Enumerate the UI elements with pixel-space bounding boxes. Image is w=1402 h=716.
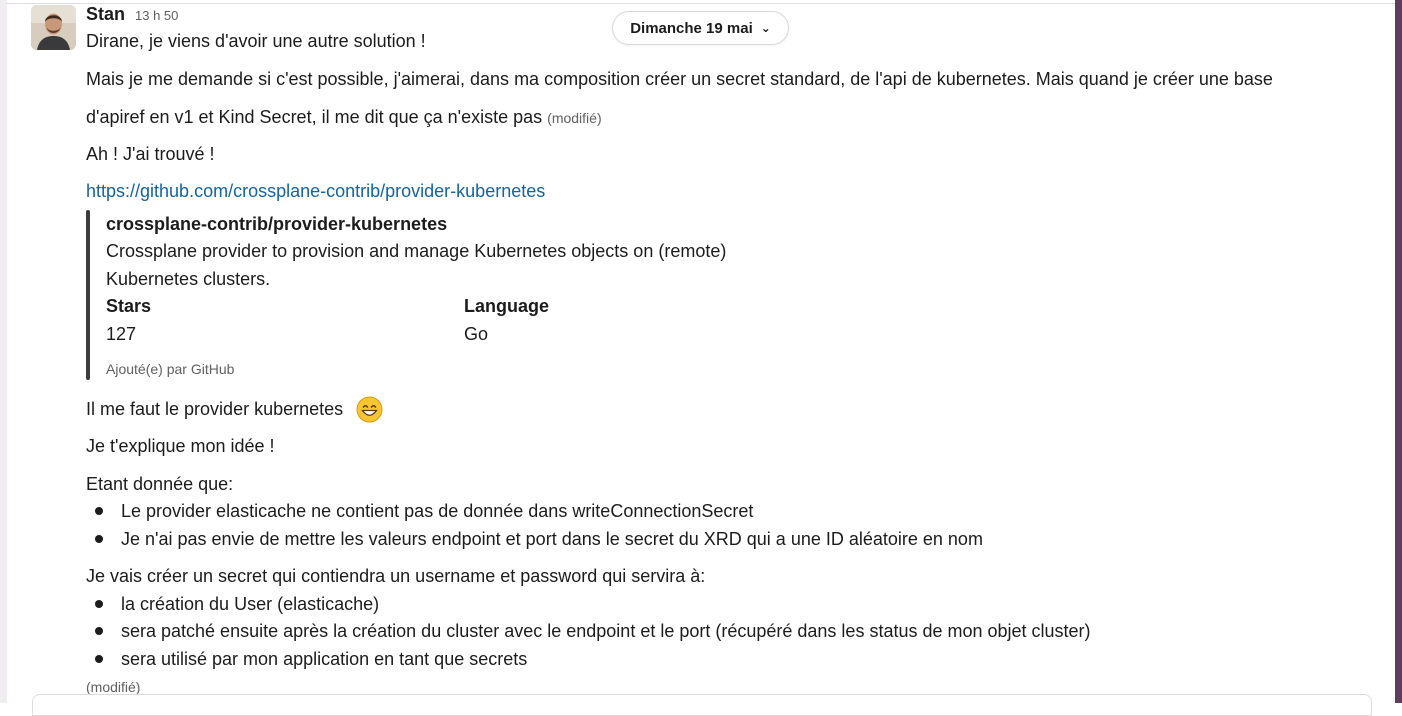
left-edge: [0, 0, 7, 703]
unfurl-description: Crossplane provider to provision and man…: [106, 241, 727, 261]
grinning-face-emoji: [356, 396, 383, 423]
list-item: sera utilisé par mon application en tant…: [121, 649, 528, 669]
message-line: Il me faut le provider kubernetes: [86, 399, 344, 419]
unfurl-language-label: Language: [464, 296, 550, 316]
bullet-dot: [95, 655, 103, 663]
avatar-icon: [31, 5, 76, 50]
date-divider-line: [7, 3, 1395, 4]
message-line: Ah ! J'ai trouvé !: [86, 144, 215, 164]
edited-label: (modifié): [547, 110, 602, 126]
unfurl-stars-value: 127: [106, 324, 137, 344]
author-name[interactable]: Stan: [86, 4, 125, 25]
list-item: la création du User (elasticache): [121, 594, 380, 614]
chevron-down-icon: ⌄: [760, 21, 771, 35]
bullet-dot: [95, 627, 103, 635]
message-line: Je t'explique mon idée !: [86, 436, 275, 456]
unfurl-title[interactable]: crossplane-contrib/provider-kubernetes: [106, 213, 447, 235]
message-line: d'apiref en v1 et Kind Secret, il me dit…: [86, 106, 602, 129]
list-item: Je n'ai pas envie de mettre les valeurs …: [121, 529, 983, 549]
unfurl-language-value: Go: [464, 324, 489, 344]
github-link[interactable]: https://github.com/crossplane-contrib/pr…: [86, 180, 545, 202]
list-item: sera patché ensuite après la création du…: [121, 621, 1091, 641]
message-line: Mais je me demande si c'est possible, j'…: [86, 69, 1273, 89]
message-line: Etant donnée que:: [86, 474, 234, 494]
date-label: Dimanche 19 mai: [630, 19, 753, 37]
unfurl-stars-label: Stars: [106, 296, 152, 316]
avatar[interactable]: [31, 5, 76, 50]
date-divider-button[interactable]: Dimanche 19 mai ⌄: [612, 11, 789, 45]
unfurl-accent-bar: [86, 210, 90, 380]
bullet-dot: [95, 507, 103, 515]
message-timestamp[interactable]: 13 h 50: [135, 8, 178, 23]
workspace-edge: [1395, 0, 1402, 703]
message-line: Je vais créer un secret qui contiendra u…: [86, 566, 706, 586]
list-item: Le provider elasticache ne contient pas …: [121, 501, 754, 521]
message-line: Dirane, je viens d'avoir une autre solut…: [86, 31, 426, 51]
message-header: Stan 13 h 50: [86, 4, 178, 26]
unfurl-footer: Ajouté(e) par GitHub: [106, 361, 235, 377]
unfurl-description: Kubernetes clusters.: [106, 269, 271, 289]
message-text: d'apiref en v1 et Kind Secret, il me dit…: [86, 107, 543, 127]
bullet-dot: [95, 535, 103, 543]
message-composer[interactable]: [32, 694, 1372, 716]
bullet-dot: [95, 600, 103, 608]
